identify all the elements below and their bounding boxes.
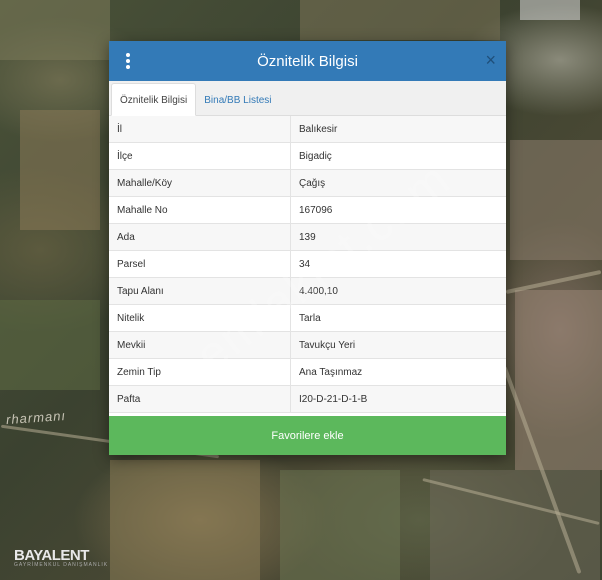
table-row: Zemin Tip Ana Taşınmaz <box>109 358 506 386</box>
logo-subtext: GAYRİMENKUL DANIŞMANLIK <box>14 562 109 568</box>
attribute-info-dialog: Öznitelik Bilgisi × Öznitelik Bilgisi Bi… <box>109 41 506 455</box>
table-row: Mevkii Tavukçu Yeri <box>109 331 506 359</box>
attribute-value: Çağış <box>290 169 506 197</box>
tab-building-list[interactable]: Bina/BB Listesi <box>196 84 279 115</box>
dialog-header: Öznitelik Bilgisi × <box>109 41 506 81</box>
table-row: İl Balıkesir <box>109 116 506 143</box>
attribute-key: Zemin Tip <box>109 358 291 386</box>
table-row: Parsel 34 <box>109 250 506 278</box>
attribute-value: Ana Taşınmaz <box>290 358 506 386</box>
attribute-key: İlçe <box>109 142 291 170</box>
table-row: Ada 139 <box>109 223 506 251</box>
attribute-value: 4.400,10 <box>290 277 506 305</box>
table-row: Mahalle/Köy Çağış <box>109 169 506 197</box>
company-logo: BAYALENT GAYRİMENKUL DANIŞMANLIK <box>14 547 108 568</box>
vertical-dots-menu-icon[interactable] <box>123 53 133 69</box>
close-icon[interactable]: × <box>485 50 496 70</box>
add-to-favorites-button[interactable]: Favorilere ekle <box>109 416 506 455</box>
attribute-key: Mevkii <box>109 331 291 359</box>
attribute-value: I20-D-21-D-1-B <box>290 385 506 413</box>
attribute-value: 139 <box>290 223 506 251</box>
attribute-key: Parsel <box>109 250 291 278</box>
attribute-key: Tapu Alanı <box>109 277 291 305</box>
attribute-key: Ada <box>109 223 291 251</box>
tab-attribute-info[interactable]: Öznitelik Bilgisi <box>111 83 197 116</box>
table-row: Nitelik Tarla <box>109 304 506 332</box>
dialog-title: Öznitelik Bilgisi <box>257 52 358 70</box>
attribute-value: Tavukçu Yeri <box>290 331 506 359</box>
dialog-tabs: Öznitelik Bilgisi Bina/BB Listesi <box>109 81 506 116</box>
attribute-key: Mahalle/Köy <box>109 169 291 197</box>
attribute-value: 167096 <box>290 196 506 224</box>
attribute-key: Nitelik <box>109 304 291 332</box>
table-row: Tapu Alanı 4.400,10 <box>109 277 506 305</box>
attribute-value: Balıkesir <box>290 116 506 143</box>
attribute-value: Tarla <box>290 304 506 332</box>
table-row: İlçe Bigadiç <box>109 142 506 170</box>
attribute-table: İl Balıkesir İlçe Bigadiç Mahalle/Köy Çağış… <box>109 116 506 413</box>
attribute-key: Mahalle No <box>109 196 291 224</box>
table-row: Mahalle No 167096 <box>109 196 506 224</box>
attribute-value: Bigadiç <box>290 142 506 170</box>
attribute-value: 34 <box>290 250 506 278</box>
attribute-key: İl <box>109 116 291 143</box>
table-row: Pafta I20-D-21-D-1-B <box>109 385 506 413</box>
attribute-key: Pafta <box>109 385 291 413</box>
